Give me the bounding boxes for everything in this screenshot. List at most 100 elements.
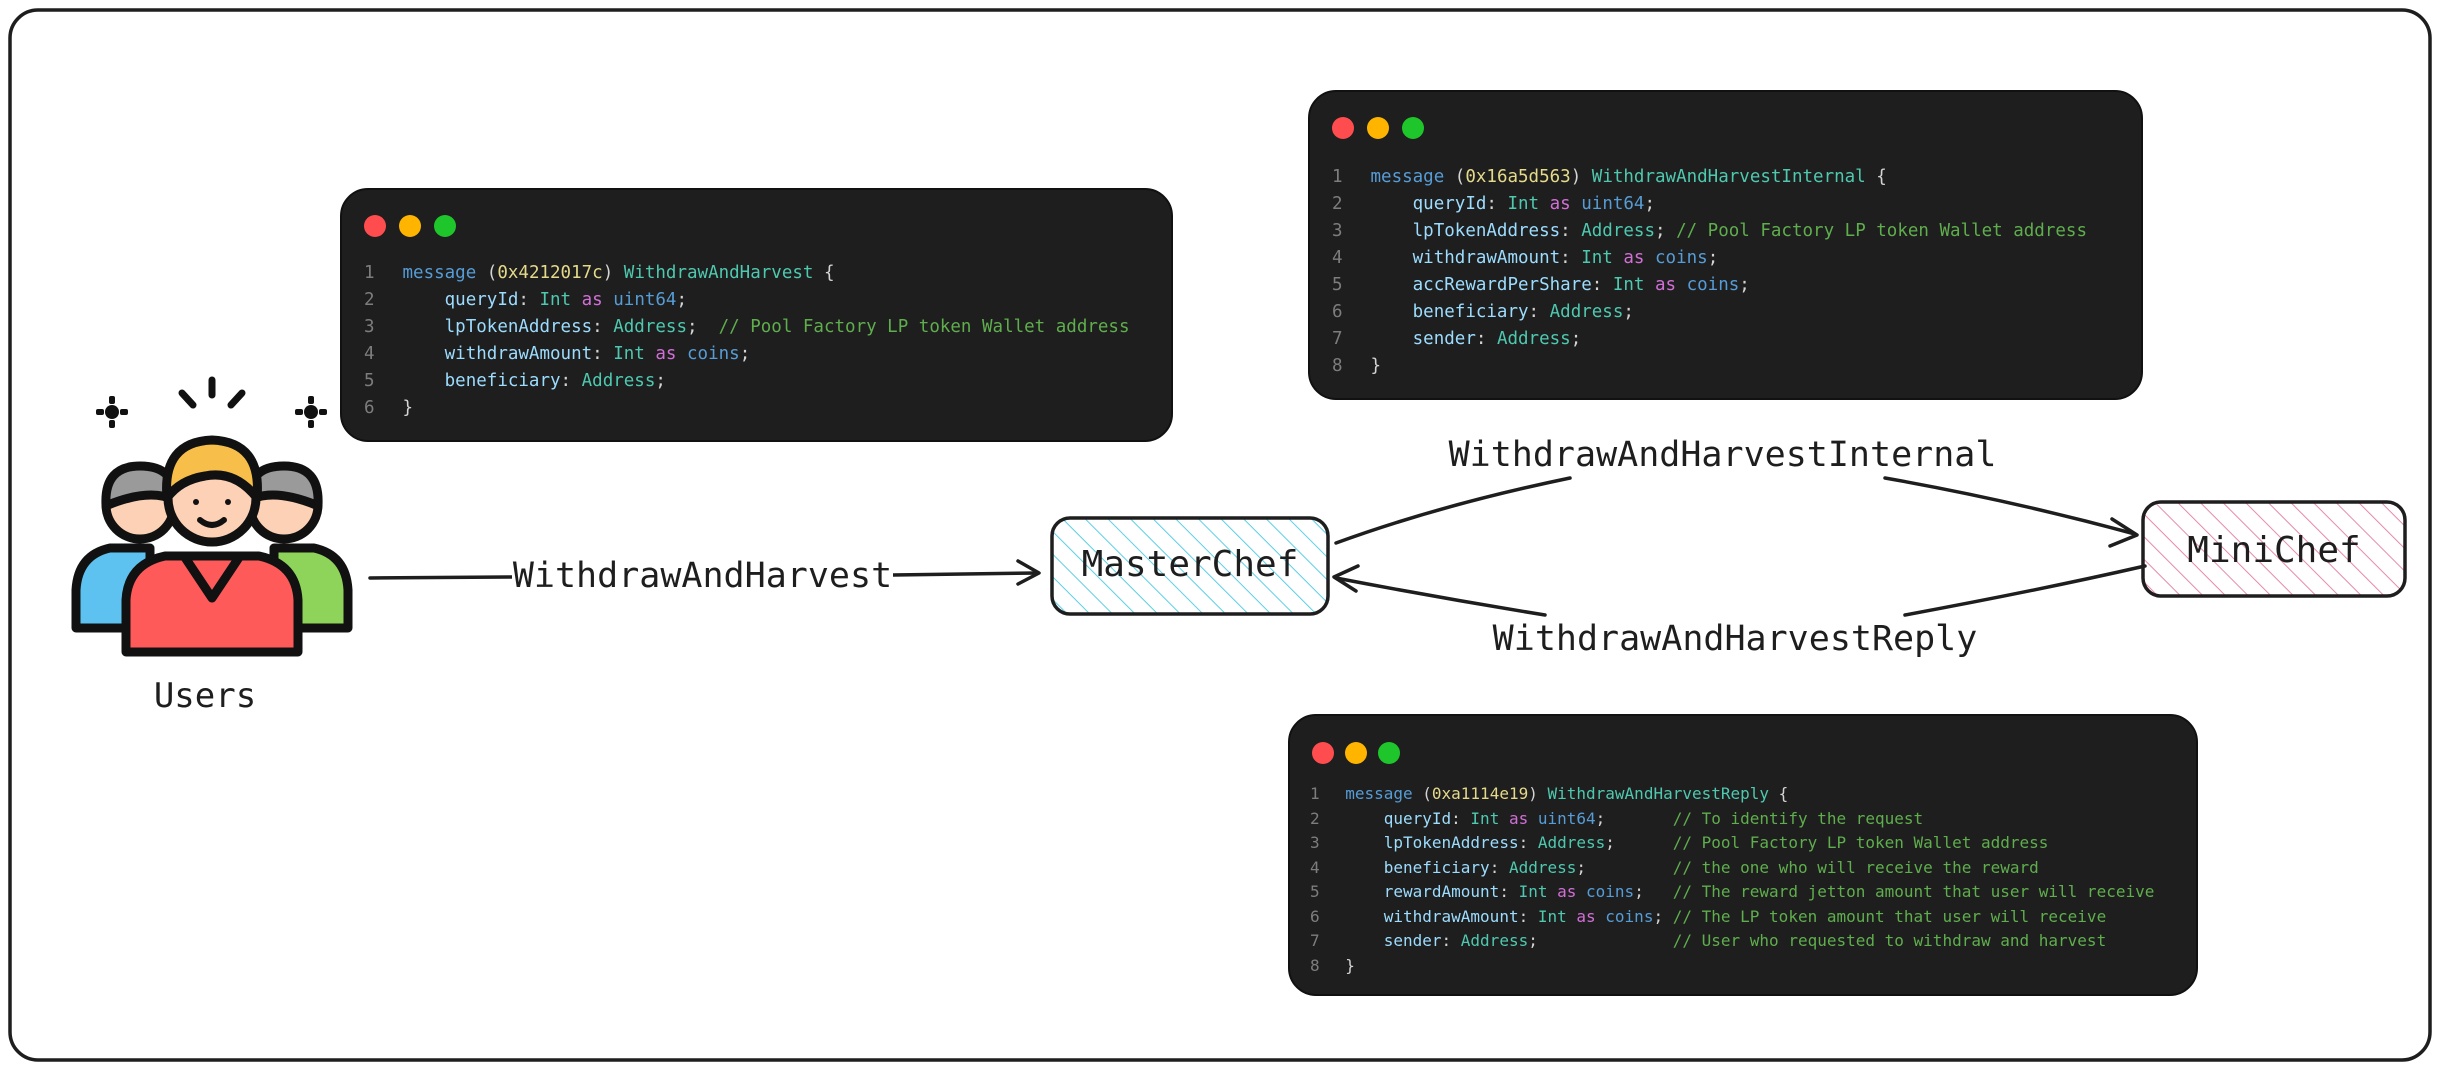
sparkle-icon (96, 396, 327, 428)
code-listing: 1 message (0x4212017c) WithdrawAndHarvest… (364, 260, 1130, 422)
code-token: // Pool Factory LP token Wallet address (1672, 833, 2049, 852)
code-token: ) (1570, 167, 1592, 187)
code-token: beneficiary (1370, 302, 1529, 322)
code-token: { (813, 263, 835, 283)
code-token: lpTokenAddress (1345, 833, 1519, 852)
code-token: ( (476, 263, 498, 283)
code-token: : (592, 344, 614, 364)
code-line: 4 beneficiary: Address; // the one who w… (1310, 856, 2154, 881)
line-number: 5 (1332, 275, 1343, 295)
code-token: Int (1470, 808, 1500, 828)
code-token: withdrawAmount (1345, 906, 1519, 926)
code-token: coins (1686, 275, 1740, 295)
code-line: 8} (1310, 954, 2154, 979)
code-token: coins (687, 344, 740, 364)
code-token: queryId (1345, 808, 1452, 828)
code-token: : (1518, 833, 1538, 852)
line-number: 7 (1310, 931, 1320, 950)
code-line: 2 queryId: Int as uint64; // To identify… (1310, 807, 2154, 832)
code-token: ; (1605, 833, 1673, 852)
code-token: uint64 (1581, 194, 1645, 214)
code-token: : (1441, 931, 1461, 950)
line-number: 4 (1332, 248, 1343, 268)
code-token: lpTokenAddress (402, 317, 593, 337)
code-line: 3 lpTokenAddress: Address; // Pool Facto… (1310, 831, 2154, 856)
users-label: Users (153, 676, 257, 716)
code-token: ; (1653, 906, 1673, 926)
code-token: Address (1549, 302, 1624, 322)
diagram-canvas: Users MasterChef MiniChef WithdrawAndHar… (0, 0, 2441, 1069)
code-token: 0x16a5d563 (1465, 167, 1571, 187)
code-token: Address (1508, 857, 1577, 877)
code-token: : (1528, 302, 1550, 322)
users-icon (71, 376, 353, 657)
code-token: as (1566, 906, 1606, 926)
code-token: ; (1570, 329, 1582, 349)
line-number: 5 (1310, 882, 1320, 901)
code-token: WithdrawAndHarvestReply (1547, 784, 1770, 803)
code-token: : (1486, 194, 1508, 214)
close-dot-icon (364, 215, 386, 237)
code-token: WithdrawAndHarvestInternal (1591, 167, 1866, 187)
code-token: Int (1537, 906, 1567, 926)
code-token: // the one who will receive the reward (1672, 857, 2039, 877)
line-number: 6 (364, 398, 375, 418)
code-token: uint64 (613, 290, 677, 310)
code-token: lpTokenAddress (1370, 221, 1561, 241)
minimize-dot-icon (1367, 117, 1389, 139)
line-number: 8 (1332, 356, 1343, 376)
code-token: beneficiary (1345, 857, 1490, 877)
code-line: 4 withdrawAmount: Int as coins; (1332, 245, 2087, 272)
code-token: withdrawAmount (1370, 248, 1561, 268)
code-token: coins (1605, 906, 1654, 926)
code-token: } (1345, 955, 1355, 975)
code-line: 1 message (0x16a5d563) WithdrawAndHarvest… (1332, 164, 2087, 191)
code-token: : (1489, 857, 1509, 877)
line-number: 3 (1310, 833, 1320, 852)
code-line: 6 beneficiary: Address; (1332, 299, 2087, 326)
code-token: Address (613, 317, 687, 337)
code-window-withdraw-and-harvest-internal: 1 message (0x16a5d563) WithdrawAndHarvest… (1308, 90, 2143, 400)
code-line: 6 withdrawAmount: Int as coins; // The L… (1310, 905, 2154, 930)
code-token: // Pool Factory LP token Wallet address (1676, 221, 2087, 241)
code-token: ) (602, 263, 624, 283)
code-window-withdraw-and-harvest: 1 message (0x4212017c) WithdrawAndHarvest… (340, 188, 1173, 442)
code-token: ; (1623, 302, 1634, 322)
edge-label-withdraw-and-harvest: WithdrawAndHarvest (512, 556, 893, 596)
code-line: 4 withdrawAmount: Int as coins; (364, 341, 1130, 368)
code-token: message (402, 263, 477, 283)
code-token: ; (676, 290, 688, 310)
masterchef-label: MasterChef (1081, 544, 1299, 585)
code-token: Address (1537, 833, 1606, 852)
arrow-minichef-to-masterchef (1332, 564, 2147, 617)
code-token: sender (1370, 329, 1476, 349)
line-number: 3 (1332, 221, 1343, 241)
code-listing: 1 message (0x16a5d563) WithdrawAndHarvest… (1332, 164, 2087, 380)
code-token: Int (1612, 275, 1645, 295)
line-number: 2 (364, 290, 375, 310)
line-number: 2 (1332, 194, 1343, 214)
code-token: ( (1412, 784, 1432, 803)
line-number: 4 (364, 344, 375, 364)
code-line: 2 queryId: Int as uint64; (1332, 191, 2087, 218)
code-token: ; (1707, 248, 1719, 268)
code-token: ; (1576, 857, 1673, 877)
code-token: coins (1655, 248, 1708, 268)
code-token: ; (1634, 882, 1673, 901)
code-token: queryId (402, 290, 519, 310)
close-dot-icon (1312, 742, 1334, 764)
code-line: 1 message (0xa1114e19) WithdrawAndHarvest… (1310, 782, 2154, 807)
minimize-dot-icon (399, 215, 421, 237)
code-token: WithdrawAndHarvest (623, 263, 814, 283)
code-token: Int (1581, 248, 1613, 268)
line-number: 7 (1332, 329, 1343, 349)
code-line: 3 lpTokenAddress: Address; // Pool Facto… (364, 314, 1130, 341)
code-token: : (518, 290, 540, 310)
code-token: as (571, 290, 614, 310)
code-token: as (644, 344, 687, 364)
code-token: Address (581, 371, 656, 391)
code-token: Int (613, 344, 645, 364)
line-number: 2 (1310, 808, 1320, 828)
code-token: : (1591, 275, 1613, 295)
code-token: ; (687, 317, 719, 337)
